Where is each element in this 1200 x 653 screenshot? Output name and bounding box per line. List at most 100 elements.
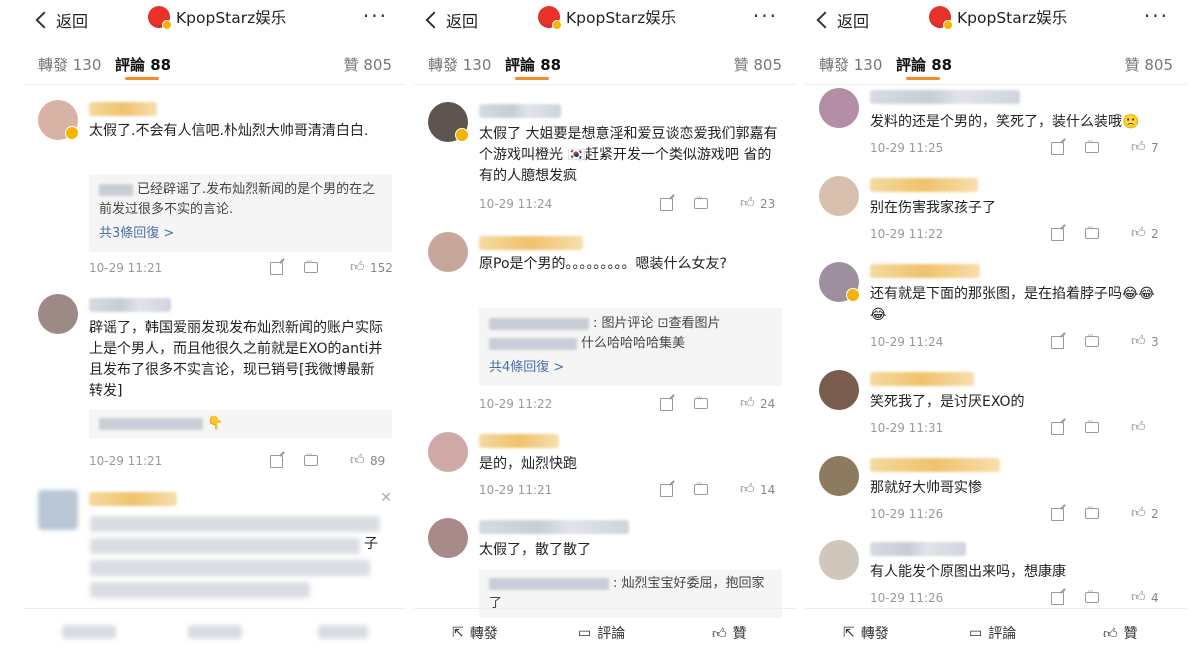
comment-button[interactable]: ▭ 評論 [578, 623, 625, 643]
comment-icon[interactable] [304, 257, 322, 276]
avatar[interactable] [819, 88, 859, 128]
comment-icon[interactable] [1085, 331, 1103, 350]
comment-icon[interactable] [694, 479, 712, 498]
username-blurred[interactable] [870, 264, 980, 278]
like-button[interactable]: 👍︎ 2 [1131, 505, 1173, 522]
avatar[interactable] [38, 490, 78, 530]
comment-text: 别在伤害我家孩子了 [870, 200, 996, 216]
avatar[interactable] [819, 262, 860, 302]
username-blurred[interactable] [870, 90, 1020, 104]
username-blurred[interactable] [479, 520, 629, 534]
account-title[interactable]: KpopStarz娱乐 [148, 6, 286, 30]
share-icon[interactable] [1051, 334, 1069, 350]
username-blurred[interactable] [870, 458, 1000, 472]
view-replies-link[interactable]: 共4條回復 > [489, 358, 772, 378]
avatar[interactable] [819, 370, 859, 410]
comment-item: 那就好大帅哥实惨 10-29 11:26 👍︎ 2 [805, 452, 1187, 528]
tab-reposts[interactable]: 轉發 130 [819, 54, 882, 75]
avatar[interactable] [428, 102, 469, 142]
username-blurred[interactable] [479, 236, 583, 250]
comment-button[interactable]: ▭ 評論 [969, 623, 1016, 643]
like-button[interactable]: 👍︎ 23 [740, 195, 782, 212]
tab-likes[interactable]: 贊 805 [1125, 54, 1173, 75]
tab-likes[interactable]: 贊 805 [344, 54, 392, 75]
more-icon[interactable]: ··· [363, 4, 388, 28]
like-button[interactable]: 👍︎ 14 [740, 481, 782, 498]
repost-button[interactable] [62, 625, 116, 639]
avatar[interactable] [38, 100, 79, 140]
weibo-comments-panel-3: 返回 KpopStarz娱乐 ··· 轉發 130 評論 88 贊 805 发料… [805, 0, 1187, 653]
share-icon[interactable] [270, 260, 288, 276]
more-icon[interactable]: ··· [1144, 4, 1169, 28]
comment-icon[interactable] [1085, 503, 1103, 522]
back-button[interactable]: 返回 [35, 8, 88, 32]
reply-box[interactable]: 已经辟谣了.发布灿烈新闻的是个男的在之前发过很多不实的言论. 共3條回復 > [89, 174, 392, 252]
avatar[interactable] [428, 432, 468, 472]
like-button[interactable]: 👍︎ 4 [1131, 589, 1173, 606]
avatar[interactable] [428, 518, 468, 558]
username-blurred[interactable] [870, 178, 978, 192]
like-button[interactable]: 👍︎ [1131, 419, 1173, 436]
tab-reposts[interactable]: 轉發 130 [38, 54, 101, 75]
tab-comments[interactable]: 評論 88 [896, 54, 952, 75]
like-button[interactable]: 👍︎ 2 [1131, 225, 1173, 242]
username-blurred[interactable] [479, 104, 561, 118]
like-button[interactable]: 👍︎ 89 [350, 452, 392, 469]
tab-bar: 轉發 130 評論 88 贊 805 [414, 42, 796, 85]
more-icon[interactable]: ··· [753, 4, 778, 28]
reply-text: 什么哈哈哈哈集美 [581, 336, 686, 351]
share-icon[interactable] [660, 396, 678, 412]
tab-likes[interactable]: 贊 805 [734, 54, 782, 75]
avatar[interactable] [38, 294, 78, 334]
avatar[interactable] [428, 232, 468, 272]
back-button[interactable]: 返回 [425, 8, 478, 32]
reply-box[interactable]: 👇 [89, 410, 392, 438]
comment-icon[interactable] [1085, 137, 1103, 156]
comment-button[interactable] [188, 625, 242, 639]
username-blurred[interactable] [870, 542, 966, 556]
comment-icon[interactable] [694, 193, 712, 212]
username-blurred[interactable] [479, 434, 559, 448]
share-icon[interactable] [660, 482, 678, 498]
repost-button[interactable]: ⇱ 轉發 [452, 623, 498, 643]
like-button[interactable]: 👍︎ 3 [1131, 333, 1173, 350]
like-button[interactable]: 👍︎ 24 [740, 395, 782, 412]
username-blurred[interactable] [89, 298, 171, 312]
back-button[interactable]: 返回 [816, 8, 869, 32]
comment-item: 有人能发个原图出来吗，想康康 10-29 11:26 👍︎ 4 [805, 538, 1187, 610]
username-blurred[interactable] [870, 372, 974, 386]
share-icon[interactable] [1051, 226, 1069, 242]
account-title[interactable]: KpopStarz娱乐 [929, 6, 1067, 30]
share-icon[interactable] [660, 196, 678, 212]
like-button[interactable]: 👍︎ 7 [1131, 139, 1173, 156]
username-blurred[interactable] [89, 102, 157, 116]
like-button[interactable]: 👍︎ 贊 [1103, 623, 1138, 643]
comment-item: 太假了 大姐要是想意淫和爱豆谈恋爱我们郭嘉有个游戏叫橙光 🇰🇷赶紧开发一个类似游… [414, 100, 796, 218]
like-button[interactable]: 👍︎ 贊 [712, 623, 747, 643]
tab-reposts[interactable]: 轉發 130 [428, 54, 491, 75]
share-icon[interactable] [1051, 590, 1069, 606]
comment-meta: 10-29 11:21 👍︎ 89 [89, 450, 392, 471]
tab-comments[interactable]: 評論 88 [115, 54, 171, 75]
share-icon[interactable] [1051, 420, 1069, 436]
comment-icon[interactable] [694, 393, 712, 412]
comment-icon[interactable] [1085, 587, 1103, 606]
close-icon[interactable]: ✕ [380, 490, 392, 506]
view-replies-link[interactable]: 共3條回復 > [99, 224, 382, 244]
comment-icon[interactable] [1085, 417, 1103, 436]
avatar[interactable] [819, 540, 859, 580]
reply-box[interactable]: : 图片评论 ⊡查看图片 什么哈哈哈哈集美 共4條回復 > [479, 308, 782, 386]
like-button[interactable]: 👍︎ 152 [350, 259, 393, 276]
tab-comments[interactable]: 評論 88 [505, 54, 561, 75]
avatar[interactable] [819, 456, 859, 496]
share-icon[interactable] [270, 453, 288, 469]
share-icon[interactable] [1051, 140, 1069, 156]
username-blurred[interactable] [89, 492, 177, 506]
avatar[interactable] [819, 176, 859, 216]
comment-icon[interactable] [304, 450, 322, 469]
account-title[interactable]: KpopStarz娱乐 [538, 6, 676, 30]
comment-icon[interactable] [1085, 223, 1103, 242]
share-icon[interactable] [1051, 506, 1069, 522]
like-button[interactable] [318, 625, 368, 639]
repost-button[interactable]: ⇱ 轉發 [843, 623, 889, 643]
